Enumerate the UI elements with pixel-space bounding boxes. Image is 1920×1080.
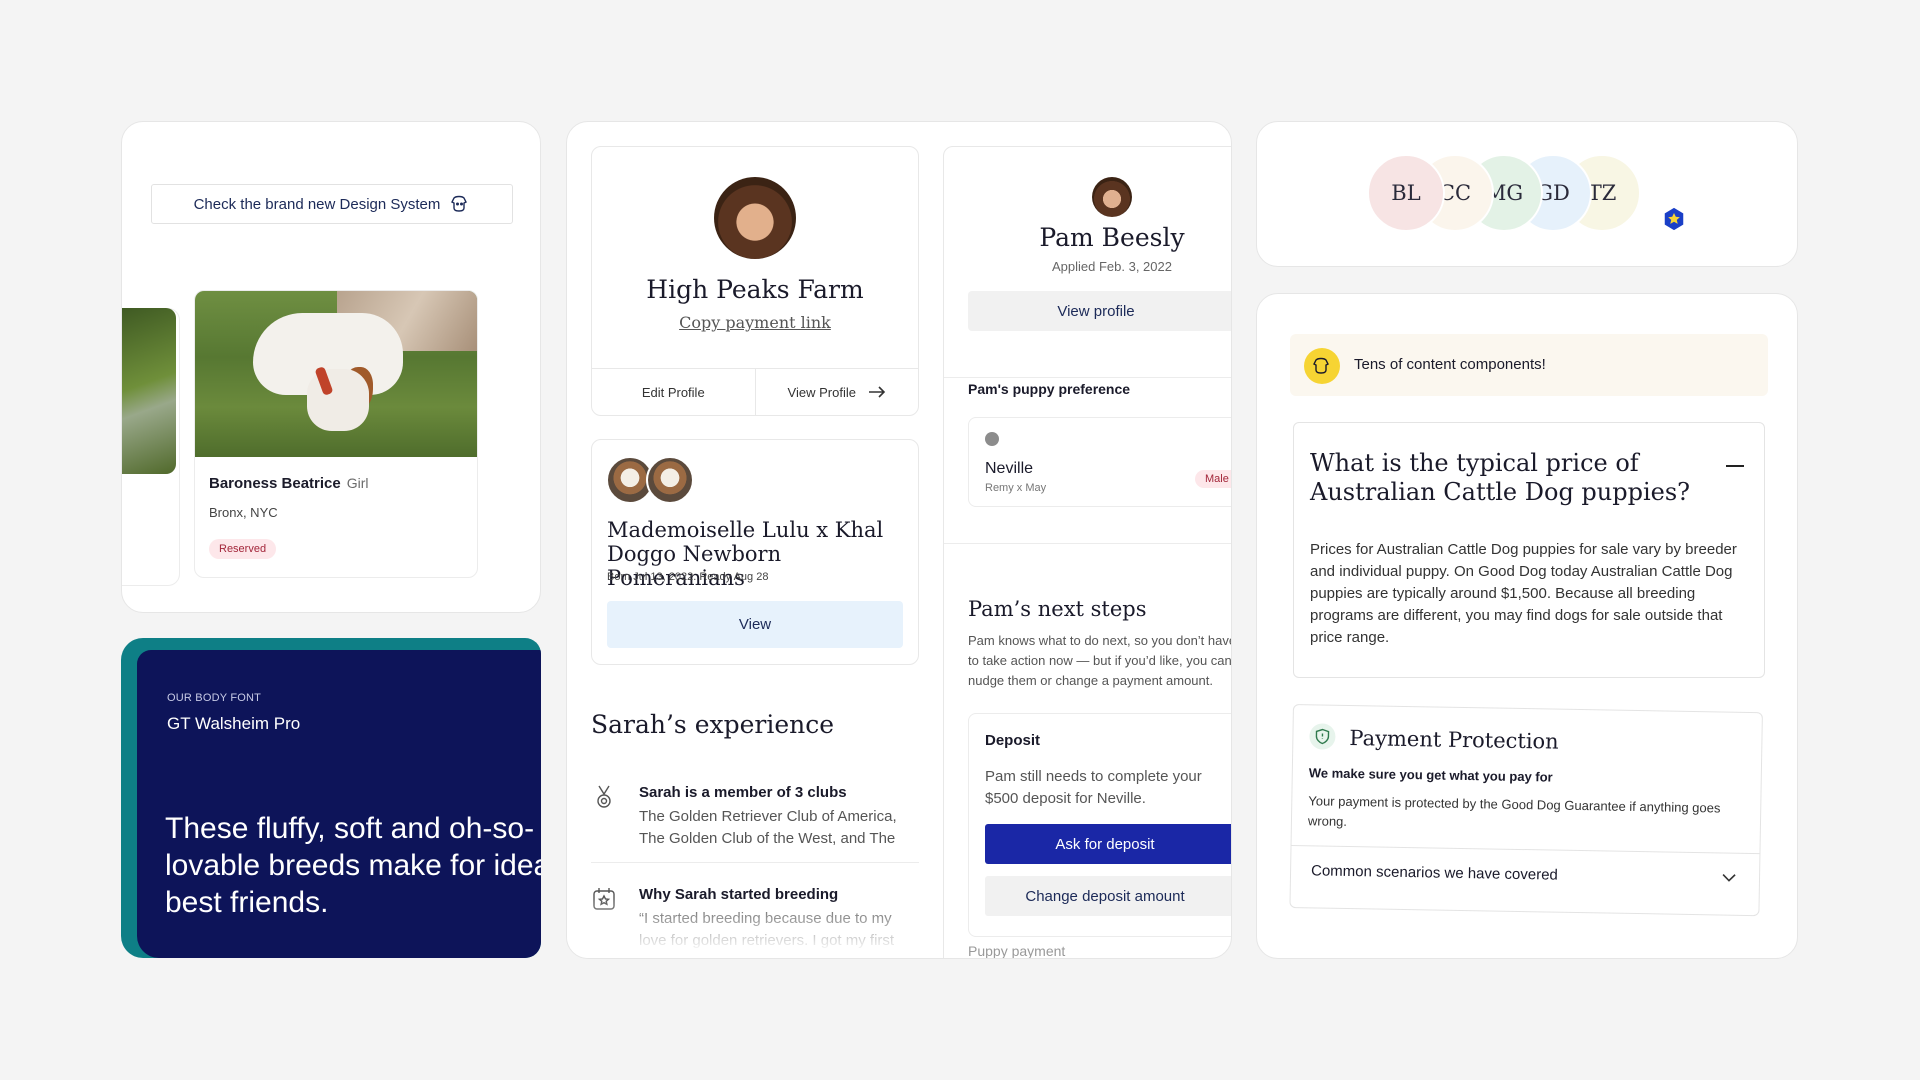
puppy-payment-label: Puppy payment [968,943,1066,959]
design-system-button[interactable]: Check the brand new Design System [151,184,513,224]
dog-card[interactable]: Baroness Beatrice Girl Bronx, NYC Reserve… [194,290,478,578]
faq-answer: Prices for Australian Cattle Dog puppies… [1310,541,1737,646]
verified-badge-icon [1663,206,1685,232]
scenarios-label: Common scenarios we have covered [1310,862,1558,884]
view-profile-button[interactable]: View Profile [754,369,919,415]
dog-face-icon [1304,348,1340,384]
avatar [714,177,796,259]
copy-payment-link[interactable]: Copy payment link [592,313,918,332]
status-badge: Reserved [209,539,277,559]
previous-dog-photo [122,308,176,474]
next-steps-body: Pam knows what to do next, so you don’t … [968,631,1232,691]
applicant-card: Pam Beesly Applied Feb. 3, 2022 View pro… [943,146,1232,959]
puppy-parents: Remy x May [985,482,1047,494]
avatar-group-panel: BL CC MG GD TZ [1256,121,1798,267]
puppy-avatar [646,456,694,504]
edit-profile-label: Edit Profile [641,384,705,400]
dog-photo [195,291,477,457]
dog-face-icon [451,195,468,212]
dog-name: Baroness Beatrice Girl [209,475,369,492]
next-steps-line: Pam knows what to do next, so you don’t … [968,633,1232,648]
farm-title: High Peaks Farm [646,275,864,304]
faq-accordion: What is the typical price of Australian … [1293,422,1765,678]
banner-text: Tens of content components! [1354,356,1546,373]
next-steps-title: Pam’s next steps [968,597,1147,621]
scenarios-accordion[interactable]: Common scenarios we have covered [1290,844,1760,904]
applied-date: Applied Feb. 3, 2022 [1052,259,1172,274]
font-sample: These fluffy, soft and oh-so-lovable bre… [165,812,541,919]
puppy-preference-card[interactable]: Neville Remy x May Male [968,417,1231,507]
font-panel: OUR BODY FONT GT Walsheim Pro These fluf… [121,638,541,958]
fade-overlay [567,898,943,958]
chevron-down-icon [1722,873,1736,882]
view-profile-button[interactable]: View profile [968,291,1231,331]
deposit-title: Deposit [985,732,1041,749]
arrow-right-icon [868,386,886,398]
puppy-name: Neville [985,460,1034,477]
medal-icon [597,785,611,808]
applicant-name: Pam Beesly [1039,223,1185,252]
avatar [1092,177,1132,217]
design-system-label: Check the brand new Design System [193,195,441,213]
deposit-body: Pam still needs to complete your $500 de… [985,768,1202,807]
protection-body: Your payment is protected by the Good Do… [1307,793,1721,829]
deposit-card: Deposit Pam still needs to complete your… [968,713,1231,937]
initials-avatar[interactable]: BL [1367,154,1445,232]
divider [944,377,1231,378]
litter-card: Mademoiselle Lulu x Khal Doggo Newborn P… [591,439,919,665]
view-profile-label: View Profile [787,384,856,400]
shield-icon [1309,723,1336,750]
preference-label: Pam's puppy preference [968,381,1131,397]
faq-question[interactable]: What is the typical price of Australian … [1310,449,1700,507]
next-steps-line: to take action now — but if you’d like, … [968,653,1232,668]
font-caption: OUR BODY FONT [167,692,262,704]
dog-gender: Girl [346,475,369,491]
divider [944,543,1231,544]
litter-meta: Born Jul 13, 2022. Ready Aug 28 [607,571,769,583]
dog-location: Bronx, NYC [209,505,278,520]
view-litter-button[interactable]: View [607,601,903,648]
puppy-avatar [985,432,999,446]
protection-subtitle: We make sure you get what you pay for [1308,765,1553,785]
farm-actions: Edit Profile View Profile [592,368,918,415]
content-components-panel: Tens of content components! What is the … [1256,293,1798,959]
font-name: GT Walsheim Pro [167,714,301,733]
info-banner: Tens of content components! [1290,334,1768,396]
protection-title: Payment Protection [1349,725,1559,754]
divider [591,862,919,863]
experience-body: The Golden Retriever Club of America, Th… [639,808,897,847]
font-card: OUR BODY FONT GT Walsheim Pro These fluf… [137,650,541,958]
collapse-icon[interactable] [1726,465,1744,467]
design-system-panel: Check the brand new Design System Barone… [121,121,541,613]
experience-title: Sarah’s experience [591,710,835,739]
breeder-panel: High Peaks Farm Copy payment link Edit P… [566,121,1232,959]
experience-heading: Sarah is a member of 3 clubs [639,784,847,801]
puppy-sex-badge: Male [1195,470,1231,488]
ask-for-deposit-button[interactable]: Ask for deposit [985,824,1231,864]
next-steps-line: nudge them or change a payment amount. [968,673,1213,688]
payment-protection-card: Payment Protection We make sure you get … [1289,704,1763,917]
change-deposit-button[interactable]: Change deposit amount [985,876,1231,916]
edit-profile-button[interactable]: Edit Profile [592,369,755,415]
farm-card: High Peaks Farm Copy payment link Edit P… [591,146,919,416]
